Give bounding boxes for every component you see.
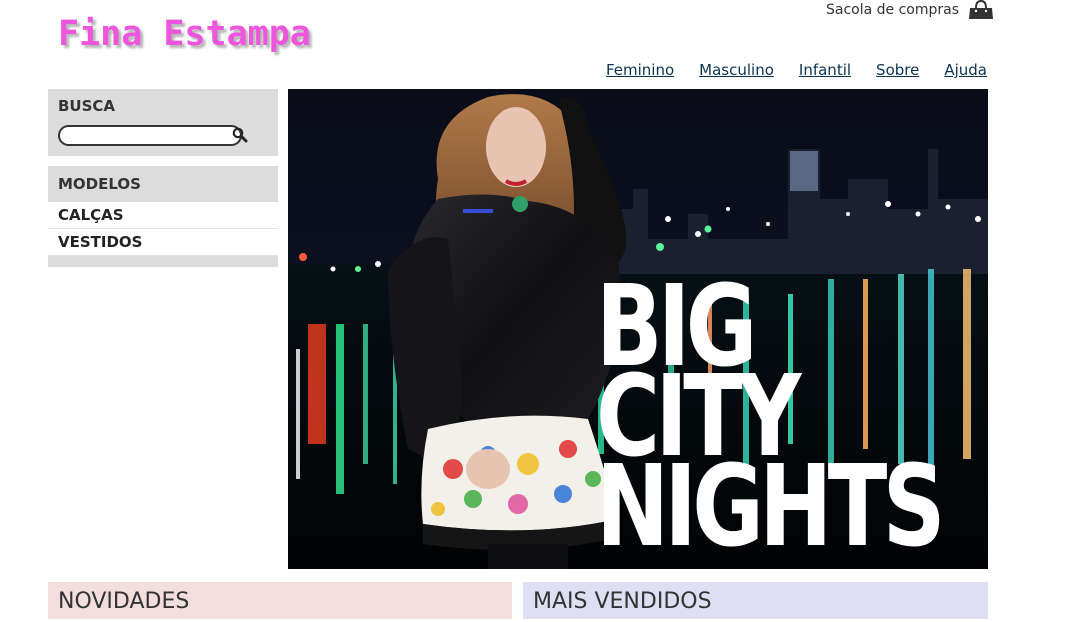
categories-footer [48,256,278,267]
hero-banner[interactable]: BIG CITY NIGHTS [288,89,988,569]
category-item-calcas[interactable]: CALÇAS [48,202,278,229]
nav-link-masculino[interactable]: Masculino [699,61,774,79]
search-input[interactable] [58,125,242,146]
nav-link-sobre[interactable]: Sobre [876,61,919,79]
categories-header: MODELOS [48,166,278,202]
site-logo[interactable]: Fina Estampa [58,14,311,54]
shopping-cart-link[interactable]: Sacola de compras [826,0,994,20]
search-panel: BUSCA [48,89,278,156]
main-navigation: Feminino Masculino Infantil Sobre Ajuda [606,61,987,79]
cart-label: Sacola de compras [826,2,960,18]
section-header-mais-vendidos: MAIS VENDIDOS [523,582,988,619]
category-item-vestidos[interactable]: VESTIDOS [48,229,278,256]
magnifier-icon[interactable] [232,127,248,143]
categories-title: MODELOS [58,175,141,193]
nav-link-feminino[interactable]: Feminino [606,61,674,79]
search-title: BUSCA [58,97,116,115]
section-header-novidades: NOVIDADES [48,582,512,619]
shopping-bag-icon [969,0,994,19]
banner-headline: BIG CITY NIGHTS [596,271,946,569]
nav-link-infantil[interactable]: Infantil [799,61,851,79]
headline-line: NIGHTS [596,442,946,569]
nav-link-ajuda[interactable]: Ajuda [944,61,987,79]
sidebar: BUSCA MODELOS CALÇAS VESTIDOS [48,89,278,267]
